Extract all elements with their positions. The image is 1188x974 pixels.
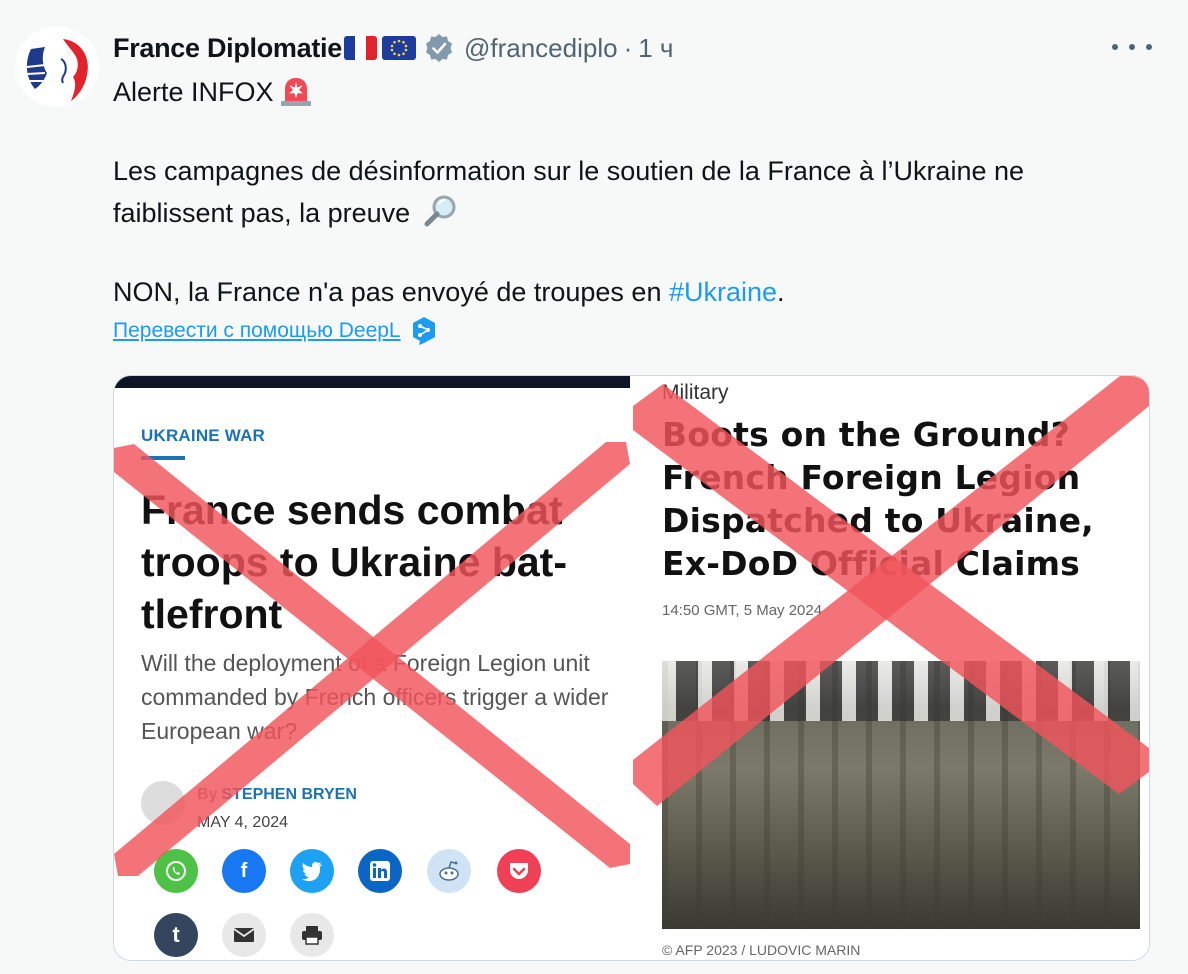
pocket-icon (497, 849, 541, 893)
author-handle[interactable]: @francediplo (464, 33, 618, 64)
article-dek: Will the deployment of a Foreign Legion … (141, 650, 609, 744)
twitter-icon (290, 849, 334, 893)
tweet-line2b-text: faiblissent pas, la preuve (113, 198, 411, 229)
linkedin-icon (358, 849, 402, 893)
article-date: MAY 4, 2024 (197, 814, 289, 831)
article-headline: France sends combat troops to Ukraine ba… (141, 487, 567, 637)
article-headline: Boots on the Ground? French Foreign Legi… (662, 415, 1094, 583)
avatar[interactable] (15, 27, 99, 107)
hashtag-link[interactable]: #Ukraine (669, 277, 777, 307)
author-avatar (141, 781, 185, 825)
siren-emoji-icon (278, 73, 314, 115)
tumblr-icon: t (154, 913, 198, 957)
marianne-logo-icon (15, 27, 99, 107)
france-flag-icon (343, 36, 377, 60)
translate-label[interactable]: Перевести с помощью DeepL (113, 319, 401, 343)
tweet-text-line1: Alerte INFOX (113, 73, 314, 115)
tweet-line3-suffix: . (777, 277, 785, 307)
deepl-icon[interactable] (411, 316, 437, 346)
kicker-underline (141, 456, 185, 460)
verified-badge-icon (425, 34, 452, 62)
tweet-text-line3: NON, la France n'a pas envoyé de troupes… (113, 275, 785, 309)
author-name[interactable]: France Diplomatie (113, 33, 342, 64)
magnifier-emoji-icon (422, 194, 460, 236)
tweet-line3-prefix: NON, la France n'a pas envoyé de troupes… (113, 277, 669, 307)
byline-prefix: By (197, 786, 218, 803)
article-byline: By STEPHEN BRYEN (197, 786, 357, 804)
facebook-icon: f (222, 849, 266, 893)
kepi-row (662, 661, 1140, 721)
soldiers-parade-photo (662, 661, 1140, 929)
article-date: 14:50 GMT, 5 May 2024 (662, 602, 823, 619)
email-icon (222, 913, 266, 957)
eu-flag-icon (381, 36, 416, 60)
photo-credit: © AFP 2023 / LUDOVIC MARIN (662, 942, 861, 958)
byline-author: STEPHEN BRYEN (221, 786, 357, 803)
site-header-bar (114, 376, 630, 388)
more-icon[interactable] (1112, 34, 1152, 60)
separator-dot: · (623, 32, 633, 63)
right-article-screenshot[interactable]: Military Boots on the Ground? French For… (633, 376, 1149, 960)
tweet[interactable]: France Diplomatie @francediplo · 1 ч Ale… (0, 0, 1188, 974)
left-article-screenshot[interactable]: UKRAINE WAR France sends combat troops t… (114, 376, 630, 960)
tweet-media[interactable]: UKRAINE WAR France sends combat troops t… (113, 375, 1150, 961)
timestamp[interactable]: 1 ч (638, 33, 673, 64)
reddit-icon (427, 849, 471, 893)
article-kicker: UKRAINE WAR (141, 426, 266, 445)
whatsapp-icon (154, 849, 198, 893)
tweet-text-line2a: Les campagnes de désinformation sur le s… (113, 156, 1025, 186)
tweet-header: France Diplomatie @francediplo · 1 ч (113, 30, 673, 66)
print-icon (290, 913, 334, 957)
tweet-text-line2b: faiblissent pas, la preuve (113, 194, 460, 236)
tweet-line1-text: Alerte INFOX (113, 77, 274, 108)
article-category: Military (662, 381, 729, 404)
translate-link[interactable]: Перевести с помощью DeepL (113, 316, 437, 346)
